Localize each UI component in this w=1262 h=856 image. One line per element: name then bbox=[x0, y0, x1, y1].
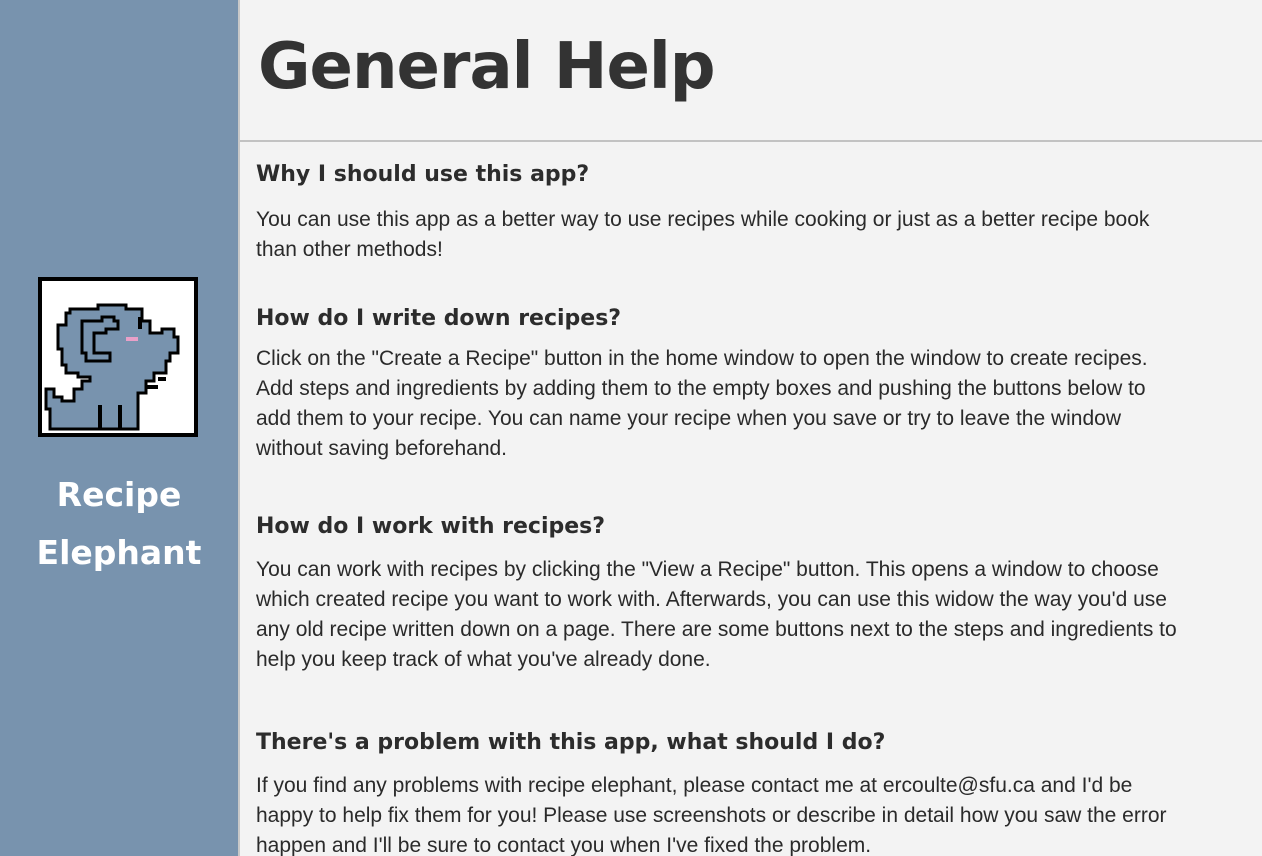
faq-item-problem: There's a problem with this app, what sh… bbox=[256, 728, 1186, 856]
faq-answer: You can use this app as a better way to … bbox=[256, 208, 1150, 261]
help-content: Why I should use this app? You can use t… bbox=[256, 142, 1186, 856]
faq-answer: If you find any problems with recipe ele… bbox=[256, 774, 1167, 856]
faq-item-why-use: Why I should use this app? You can use t… bbox=[256, 160, 1186, 265]
faq-item-work-recipes: How do I work with recipes? You can work… bbox=[256, 512, 1186, 675]
faq-question: Why I should use this app? bbox=[256, 162, 590, 187]
elephant-logo-icon bbox=[38, 277, 198, 437]
faq-question: How do I write down recipes? bbox=[256, 306, 622, 331]
faq-answer: Click on the "Create a Recipe" button in… bbox=[256, 347, 1148, 460]
brand-line-1: Recipe bbox=[56, 475, 182, 514]
page-title: General Help bbox=[258, 30, 716, 104]
faq-question: There's a problem with this app, what sh… bbox=[256, 730, 886, 755]
faq-answer: You can work with recipes by clicking th… bbox=[256, 558, 1177, 671]
brand-name: Recipe Elephant bbox=[0, 466, 238, 582]
brand-line-2: Elephant bbox=[36, 533, 202, 572]
faq-question: How do I work with recipes? bbox=[256, 514, 606, 539]
sidebar: Recipe Elephant bbox=[0, 0, 238, 856]
faq-item-write-recipes: How do I write down recipes? Click on th… bbox=[256, 304, 1186, 464]
page-header: General Help bbox=[240, 0, 1262, 142]
